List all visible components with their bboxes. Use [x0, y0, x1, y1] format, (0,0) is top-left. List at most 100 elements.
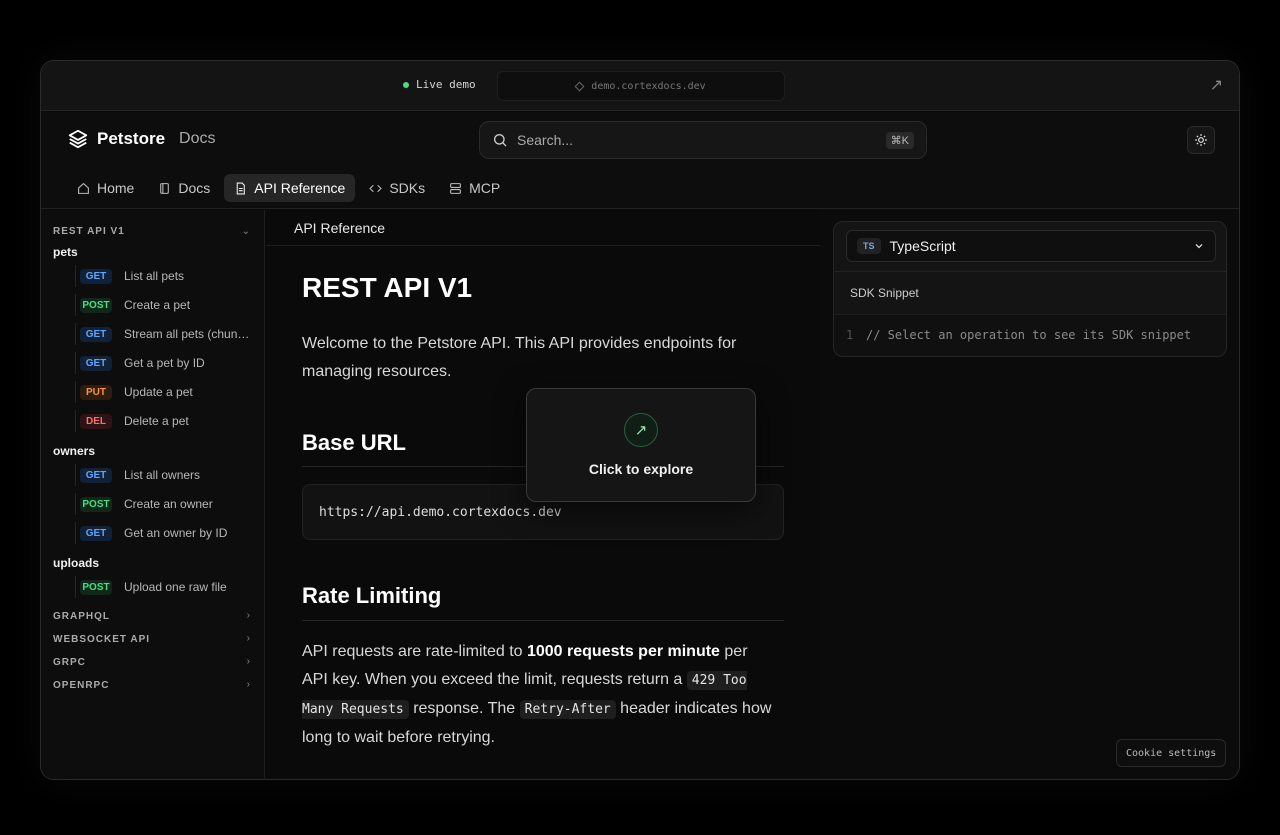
- method-badge: POST: [80, 579, 112, 595]
- method-badge: DEL: [80, 413, 112, 429]
- demo-frame: Live demo demo.cortexdocs.dev ↗ Petstore…: [40, 60, 1240, 780]
- breadcrumb[interactable]: API Reference: [294, 220, 385, 236]
- sidebar: REST API V1 ⌄ pets GET List all pets POS…: [41, 210, 265, 779]
- tab-label: SDKs: [389, 180, 426, 196]
- tab-mcp[interactable]: MCP: [439, 174, 510, 202]
- search-icon: [494, 134, 507, 147]
- sidebar-endpoint[interactable]: GET Get an owner by ID: [75, 522, 255, 544]
- group-title-uploads[interactable]: uploads: [53, 556, 99, 570]
- endpoint-label: Create an owner: [124, 497, 213, 511]
- tab-label: Docs: [178, 180, 211, 196]
- page-title: REST API V1: [302, 272, 473, 303]
- chevron-down-icon[interactable]: ⌄: [242, 226, 250, 237]
- search-input[interactable]: Search... ⌘K: [479, 121, 927, 159]
- url-bar[interactable]: demo.cortexdocs.dev: [497, 71, 785, 101]
- logo[interactable]: Petstore Docs: [67, 128, 215, 150]
- method-badge: POST: [80, 496, 112, 512]
- url-text: demo.cortexdocs.dev: [591, 80, 706, 92]
- text-span: API requests are rate-limited to: [302, 643, 527, 660]
- chevron-right-icon[interactable]: ›: [247, 633, 250, 644]
- search-placeholder: Search...: [517, 132, 574, 148]
- endpoint-label: Get a pet by ID: [124, 356, 205, 370]
- sidebar-section-grpc[interactable]: GRPC: [53, 657, 86, 668]
- arrow-up-right-icon: ↗: [624, 413, 658, 447]
- method-badge: GET: [80, 355, 112, 371]
- method-badge: GET: [80, 268, 112, 284]
- diamond-icon: [574, 81, 585, 91]
- tab-sdks[interactable]: SDKs: [359, 174, 435, 202]
- tab-label: API Reference: [254, 180, 346, 196]
- sidebar-endpoint[interactable]: POST Create an owner: [75, 493, 255, 515]
- endpoint-label: Stream all pets (chun…: [124, 327, 250, 341]
- method-badge: PUT: [80, 384, 112, 400]
- line-number: 1: [846, 328, 854, 342]
- sidebar-endpoint[interactable]: GET List all pets: [75, 265, 255, 287]
- arrow-up-right-icon[interactable]: ↗: [1210, 75, 1223, 95]
- sidebar-endpoint[interactable]: GET Get a pet by ID: [75, 352, 255, 374]
- sidebar-endpoint[interactable]: POST Upload one raw file: [75, 576, 255, 598]
- overlay-label: Click to explore: [588, 461, 694, 477]
- sidebar-section-rest-api[interactable]: REST API V1: [53, 226, 125, 237]
- sdk-code-block[interactable]: 1 // Select an operation to see its SDK …: [834, 314, 1226, 356]
- tab-api-reference[interactable]: API Reference: [224, 174, 356, 202]
- heading-rule: [302, 620, 784, 621]
- sun-icon: [1195, 134, 1207, 146]
- base-url-heading: Base URL: [302, 430, 406, 455]
- file-icon: [236, 182, 246, 194]
- sidebar-endpoint[interactable]: GET List all owners: [75, 464, 255, 486]
- rate-limiting-heading: Rate Limiting: [302, 583, 442, 608]
- endpoint-label: Get an owner by ID: [124, 526, 228, 540]
- chevron-right-icon[interactable]: ›: [247, 656, 250, 667]
- top-nav-tabs: Home Docs API Reference SDKs MCP: [67, 174, 510, 202]
- home-icon: [78, 182, 89, 194]
- method-badge: GET: [80, 525, 112, 541]
- chevron-right-icon[interactable]: ›: [247, 610, 250, 621]
- code-comment: // Select an operation to see its SDK sn…: [866, 328, 1192, 342]
- endpoint-label: Upload one raw file: [124, 580, 227, 594]
- sidebar-endpoint[interactable]: POST Create a pet: [75, 294, 255, 316]
- server-icon: [450, 182, 462, 194]
- chevron-down-icon: [1195, 244, 1203, 249]
- sidebar-section-graphql[interactable]: GRAPHQL: [53, 611, 110, 622]
- site-header: Petstore Docs Search... ⌘K Home Docs API…: [41, 112, 1239, 209]
- sidebar-endpoint[interactable]: PUT Update a pet: [75, 381, 255, 403]
- endpoint-label: List all pets: [124, 269, 185, 283]
- tab-home[interactable]: Home: [67, 174, 144, 202]
- demo-topbar: Live demo demo.cortexdocs.dev ↗: [41, 61, 1239, 111]
- cookie-settings-button[interactable]: Cookie settings: [1116, 739, 1227, 767]
- divider: [266, 245, 820, 246]
- divider: [834, 271, 1226, 272]
- text-span: response. The: [408, 700, 520, 717]
- layers-icon: [68, 129, 88, 149]
- search-shortcut: ⌘K: [885, 131, 914, 149]
- brand-name: Petstore: [97, 129, 166, 148]
- sidebar-endpoint[interactable]: DEL Delete a pet: [75, 410, 255, 432]
- method-badge: GET: [80, 467, 112, 483]
- tab-label: Home: [97, 180, 135, 196]
- chevron-right-icon[interactable]: ›: [247, 679, 250, 690]
- intro-text: Welcome to the Petstore API. This API pr…: [302, 335, 737, 380]
- language-select[interactable]: TS TypeScript: [846, 230, 1216, 262]
- rate-limit-value: 1000 requests per minute: [526, 643, 720, 660]
- endpoint-label: Update a pet: [124, 385, 193, 399]
- sdk-panel: TS TypeScript SDK Snippet 1 // Select an…: [821, 210, 1239, 779]
- language-name: TypeScript: [889, 238, 956, 254]
- group-title-owners[interactable]: owners: [53, 444, 95, 458]
- tab-label: MCP: [469, 180, 501, 196]
- tab-docs[interactable]: Docs: [148, 174, 220, 202]
- sidebar-section-openrpc[interactable]: OPENRPC: [53, 680, 109, 691]
- sdk-snippet-title: SDK Snippet: [850, 286, 919, 300]
- click-to-explore-overlay[interactable]: ↗ Click to explore: [526, 388, 756, 502]
- sdk-snippet-card: TS TypeScript SDK Snippet 1 // Select an…: [833, 221, 1227, 357]
- theme-toggle-button[interactable]: [1187, 126, 1215, 154]
- language-badge: TS: [857, 238, 881, 254]
- sidebar-section-websocket[interactable]: WEBSOCKET API: [53, 634, 150, 645]
- inline-code: Retry-After: [519, 700, 616, 719]
- live-dot: [403, 81, 409, 88]
- endpoint-label: Create a pet: [124, 298, 191, 312]
- group-title-pets[interactable]: pets: [53, 245, 78, 259]
- method-badge: POST: [80, 297, 112, 313]
- sidebar-endpoint[interactable]: GET Stream all pets (chun…: [75, 323, 255, 345]
- code-icon: [369, 184, 383, 192]
- endpoint-label: List all owners: [124, 468, 201, 482]
